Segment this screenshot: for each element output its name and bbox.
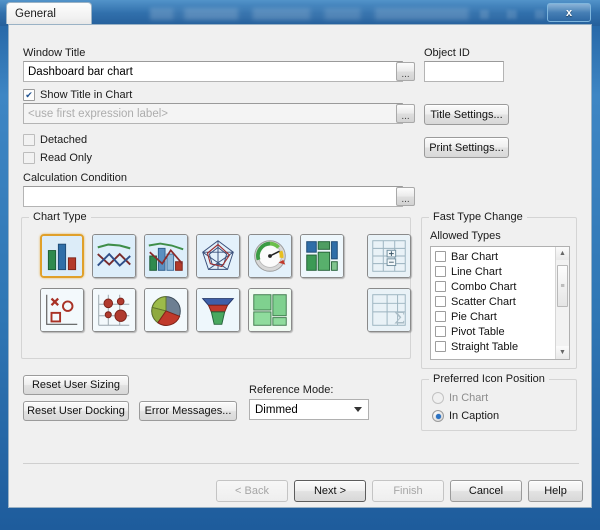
radio-in-caption[interactable]: In Caption: [432, 410, 499, 422]
list-item-checkbox[interactable]: [435, 281, 446, 292]
straight-table-icon[interactable]: Σ: [367, 288, 411, 332]
chevron-down-icon: [354, 407, 362, 412]
reset-user-docking-button[interactable]: Reset User Docking: [23, 401, 129, 421]
footer-divider: [23, 463, 579, 464]
close-button[interactable]: x: [547, 3, 591, 22]
tab-general-label: General: [15, 7, 56, 20]
show-title-in-chart-checkbox[interactable]: ✔ Show Title in Chart: [23, 89, 132, 101]
list-item-checkbox[interactable]: [435, 296, 446, 307]
list-item-label: Bar Chart: [451, 250, 499, 263]
dialog-window: x General Window Title Dashboard bar cha…: [0, 0, 600, 530]
pivot-table-icon[interactable]: [367, 234, 411, 278]
checkbox-box: ✔: [23, 89, 35, 101]
checkbox-box: [23, 134, 35, 146]
list-item[interactable]: Pivot Table: [431, 324, 554, 339]
list-item-checkbox[interactable]: [435, 311, 446, 322]
allowed-types-label: Allowed Types: [430, 230, 501, 242]
list-item[interactable]: Straight Table: [431, 339, 554, 354]
list-item[interactable]: Line Chart: [431, 264, 554, 279]
detached-checkbox[interactable]: Detached: [23, 134, 87, 146]
chart-title-input[interactable]: <use first expression label>: [23, 103, 403, 124]
window-title-browse-button[interactable]: ...: [396, 62, 415, 81]
read-only-checkbox[interactable]: Read Only: [23, 152, 92, 164]
show-title-in-chart-label: Show Title in Chart: [40, 89, 133, 101]
list-item[interactable]: Pie Chart: [431, 309, 554, 324]
scrollbar-thumb[interactable]: ≡: [557, 265, 568, 307]
radar-chart-icon[interactable]: [196, 234, 240, 278]
bar-chart-icon[interactable]: [40, 234, 84, 278]
read-only-label: Read Only: [40, 152, 92, 164]
object-id-label: Object ID: [424, 47, 470, 59]
list-item-checkbox[interactable]: [435, 341, 446, 352]
checkbox-box: [23, 152, 35, 164]
chart-type-group: Chart Type Σ: [21, 211, 411, 359]
blurred-window-controls: [480, 10, 550, 19]
list-item-label: Pie Chart: [451, 310, 497, 323]
scroll-up-arrow-icon[interactable]: ▲: [556, 247, 569, 260]
block-chart-icon[interactable]: [300, 234, 344, 278]
list-item-checkbox[interactable]: [435, 266, 446, 277]
list-item-checkbox[interactable]: [435, 326, 446, 337]
list-item[interactable]: Scatter Chart: [431, 294, 554, 309]
detached-label: Detached: [40, 134, 88, 146]
help-button[interactable]: Help: [528, 480, 583, 502]
preferred-icon-position-group: Preferred Icon Position In Chart In Capt…: [421, 373, 577, 431]
reference-mode-label: Reference Mode:: [249, 384, 334, 396]
pie-chart-icon[interactable]: [144, 288, 188, 332]
funnel-chart-icon[interactable]: [196, 288, 240, 332]
scatter-chart-icon[interactable]: [40, 288, 84, 332]
calculation-condition-label: Calculation Condition: [23, 172, 127, 184]
list-item-label: Combo Chart: [451, 280, 517, 293]
gauge-chart-icon[interactable]: [248, 234, 292, 278]
list-item-label: Straight Table: [451, 340, 519, 353]
dialog-body: Window Title Dashboard bar chart ... Obj…: [8, 24, 592, 508]
cancel-button[interactable]: Cancel: [450, 480, 522, 502]
tab-general[interactable]: General: [6, 2, 92, 24]
list-item-label: Scatter Chart: [451, 295, 516, 308]
list-item-label: Pivot Table: [451, 325, 505, 338]
mekko-chart-icon[interactable]: [248, 288, 292, 332]
preferred-icon-position-title: Preferred Icon Position: [429, 373, 549, 385]
radio-in-chart-label: In Chart: [449, 392, 489, 404]
window-title-label: Window Title: [23, 47, 86, 59]
fast-type-change-group: Fast Type Change Allowed Types Bar Chart…: [421, 211, 577, 369]
error-messages-button[interactable]: Error Messages...: [139, 401, 237, 421]
line-chart-icon[interactable]: [92, 234, 136, 278]
reset-user-sizing-button[interactable]: Reset User Sizing: [23, 375, 129, 395]
list-item[interactable]: Combo Chart: [431, 279, 554, 294]
grid-chart-icon[interactable]: [92, 288, 136, 332]
list-item-checkbox[interactable]: [435, 251, 446, 262]
print-settings-button[interactable]: Print Settings...: [424, 137, 509, 158]
reference-mode-value: Dimmed: [255, 403, 298, 416]
calculation-condition-input[interactable]: [23, 186, 403, 207]
list-item[interactable]: Bar Chart: [431, 249, 554, 264]
scroll-down-arrow-icon[interactable]: ▼: [556, 346, 569, 359]
finish-button[interactable]: Finish: [372, 480, 444, 502]
chart-title-browse-button[interactable]: ...: [396, 104, 415, 123]
window-title-input[interactable]: Dashboard bar chart: [23, 61, 403, 82]
object-id-input[interactable]: [424, 61, 504, 82]
blurred-window-title: [150, 8, 510, 20]
radio-in-caption-label: In Caption: [449, 410, 500, 422]
allowed-types-listbox[interactable]: Bar Chart Line Chart Combo Chart Scatter…: [430, 246, 570, 360]
reference-mode-select[interactable]: Dimmed: [249, 399, 369, 420]
list-item-label: Line Chart: [451, 265, 502, 278]
title-settings-button[interactable]: Title Settings...: [424, 104, 509, 125]
svg-text:Σ: Σ: [394, 308, 405, 327]
allowed-types-scrollbar[interactable]: ▲ ≡ ▼: [555, 247, 569, 359]
radio-in-chart[interactable]: In Chart: [432, 392, 488, 404]
back-button[interactable]: < Back: [216, 480, 288, 502]
next-button[interactable]: Next >: [294, 480, 366, 502]
combo-chart-icon[interactable]: [144, 234, 188, 278]
fast-type-change-group-title: Fast Type Change: [429, 211, 527, 223]
calculation-condition-browse-button[interactable]: ...: [396, 187, 415, 206]
chart-type-group-title: Chart Type: [29, 211, 91, 223]
radio-dot: [432, 392, 444, 404]
radio-dot: [432, 410, 444, 422]
